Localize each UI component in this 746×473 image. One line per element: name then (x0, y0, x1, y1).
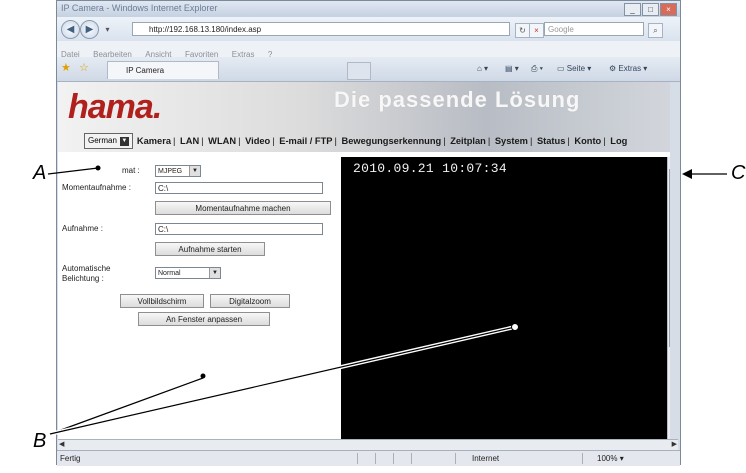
nav-log[interactable]: Log (610, 136, 627, 146)
nav-motion-detection[interactable]: Bewegungserkennung (341, 136, 441, 146)
nav-email-ftp[interactable]: E-mail / FTP (279, 136, 332, 146)
language-select[interactable]: German ▼ (84, 133, 133, 149)
browser-window: IP Camera - Windows Internet Explorer _ … (56, 0, 681, 466)
horizontal-scrollbar[interactable]: ◀ ▶ (58, 439, 678, 450)
chevron-down-icon: ▼ (209, 268, 220, 278)
search-input[interactable]: Google (544, 22, 644, 36)
callout-a: A (33, 162, 47, 184)
tools-menu[interactable]: ⚙ Extras ▾ (609, 64, 647, 73)
video-stream-overflow (521, 157, 667, 439)
status-segment (411, 453, 424, 464)
status-segment (375, 453, 388, 464)
nav-lan[interactable]: LAN (180, 136, 199, 146)
scroll-left-icon[interactable]: ◀ (59, 440, 64, 448)
site-tagline: Die passende Lösung (334, 87, 581, 112)
nav-wlan[interactable]: WLAN (208, 136, 236, 146)
digital-zoom-button[interactable]: Digitalzoom (210, 294, 290, 308)
fullscreen-button[interactable]: Vollbildschirm (120, 294, 204, 308)
hama-logo: hama. (68, 88, 162, 126)
snapshot-button[interactable]: Momentaufnahme machen (155, 201, 331, 215)
refresh-icon[interactable]: ↻ (515, 23, 530, 38)
record-path-input[interactable]: C:\ (155, 223, 323, 235)
page-menu-label: Seite (566, 64, 586, 73)
language-value: German (88, 136, 117, 145)
back-icon[interactable]: ◀ (61, 20, 80, 39)
status-segment (393, 453, 406, 464)
record-button[interactable]: Aufnahme starten (155, 242, 265, 256)
zoom-value: 100% (597, 454, 618, 463)
format-label: mat : (122, 166, 140, 175)
home-icon[interactable]: ⌂ ▾ (477, 64, 488, 73)
tab-ip-camera[interactable]: IP Camera (107, 61, 219, 79)
url-input[interactable]: http://192.168.13.180/index.asp (132, 22, 510, 36)
feeds-icon[interactable]: ▤ ▾ (505, 64, 519, 73)
chevron-down-icon: ▼ (119, 136, 129, 146)
print-icon[interactable]: ⎙ ▾ (531, 64, 543, 74)
exposure-value: Normal (158, 270, 181, 277)
nav-schedule[interactable]: Zeitplan (450, 136, 486, 146)
format-select[interactable]: MJPEG ▼ (155, 165, 201, 177)
snapshot-path-input[interactable]: C:\ (155, 182, 323, 194)
new-tab-button[interactable] (347, 62, 371, 80)
close-button[interactable]: × (660, 3, 677, 16)
nav-status[interactable]: Status (537, 136, 565, 146)
scroll-down-icon[interactable]: ▼ (669, 429, 670, 438)
zone-label: Internet (472, 454, 500, 463)
dropdown-arrow-icon[interactable]: ▾ (101, 23, 114, 36)
vertical-scrollbar[interactable]: ▲ ▼ (667, 157, 670, 439)
nav-system[interactable]: System (495, 136, 528, 146)
title-bar: IP Camera - Windows Internet Explorer _ … (57, 1, 680, 17)
video-timestamp: 2010.09.21 10:07:34 (353, 161, 507, 176)
tab-label: IP Camera (126, 66, 165, 75)
add-favorite-icon[interactable]: ☆ (79, 61, 89, 74)
menu-bar: Datei Bearbeiten Ansicht Favoriten Extra… (57, 41, 680, 59)
address-bar-row: ◀ ▶ ▾ http://192.168.13.180/index.asp ↻ … (57, 17, 680, 41)
nav-kamera[interactable]: Kamera (137, 136, 171, 146)
record-label: Aufnahme : (62, 224, 103, 233)
search-icon[interactable]: ⌕ (648, 23, 663, 38)
callout-c-arrowhead (682, 169, 692, 179)
status-segment (357, 453, 370, 464)
forward-icon[interactable]: ▶ (80, 20, 99, 39)
format-value: MJPEG (158, 168, 183, 175)
scroll-right-icon[interactable]: ▶ (672, 440, 677, 448)
exposure-label: Automatische Belichtung : (62, 264, 111, 283)
snapshot-label: Momentaufnahme : (62, 183, 131, 192)
nav-links: Kamera | LAN | WLAN | Video | E-mail / FTP | … (136, 136, 628, 146)
status-bar: Fertig Internet 100% ▾ (57, 450, 680, 466)
chevron-down-icon: ▼ (189, 166, 200, 176)
fit-window-button[interactable]: An Fenster anpassen (138, 312, 270, 326)
site-nav: German ▼ Kamera | LAN | WLAN | Video | E-mai… (84, 133, 627, 149)
stop-icon[interactable]: × (529, 23, 544, 38)
page-content: hama. Die passende Lösung German ▼ Kamer… (58, 82, 670, 439)
status-text: Fertig (60, 454, 81, 463)
tools-menu-label: Extras (618, 64, 642, 73)
minimize-button[interactable]: _ (624, 3, 641, 16)
video-stream[interactable]: 2010.09.21 10:07:34 (341, 157, 521, 439)
nav-video[interactable]: Video (245, 136, 270, 146)
nav-account[interactable]: Konto (574, 136, 601, 146)
window-title: IP Camera - Windows Internet Explorer (61, 3, 218, 13)
zoom-level[interactable]: 100% ▾ (582, 453, 652, 464)
callout-b: B (33, 430, 47, 452)
callout-c: C (731, 162, 746, 184)
scroll-thumb[interactable] (669, 169, 670, 347)
favorites-star-icon[interactable]: ★ (61, 61, 71, 74)
scroll-up-icon[interactable]: ▲ (669, 158, 670, 167)
security-zone: Internet (455, 453, 539, 464)
tab-bar: ★ ☆ IP Camera ⌂ ▾ ▤ ▾ ⎙ ▾ ▭ Seite ▾ ⚙ Ex… (57, 57, 680, 82)
page-menu[interactable]: ▭ Seite ▾ (557, 64, 591, 73)
exposure-select[interactable]: Normal ▼ (155, 267, 221, 279)
site-header: hama. Die passende Lösung German ▼ Kamer… (58, 82, 670, 152)
maximize-button[interactable]: □ (642, 3, 659, 16)
